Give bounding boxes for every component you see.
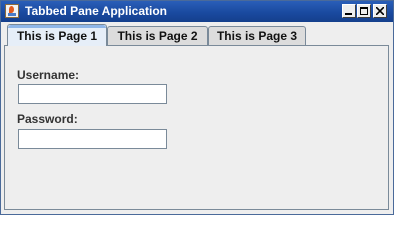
- tab-page-1-label: This is Page 1: [16, 29, 98, 43]
- tab-page-2-label: This is Page 2: [117, 29, 198, 43]
- tab-page-3-label: This is Page 3: [216, 29, 298, 43]
- maximize-icon: [360, 7, 368, 15]
- close-icon: [376, 7, 384, 15]
- password-label: Password:: [17, 112, 78, 126]
- password-input[interactable]: [18, 129, 167, 149]
- tab-page-1[interactable]: This is Page 1: [7, 24, 107, 46]
- minimize-button[interactable]: [342, 4, 356, 18]
- title-bar[interactable]: Tabbed Pane Application: [1, 1, 393, 22]
- java-app-icon: [5, 4, 19, 18]
- app-window: Tabbed Pane Application This is Page 1 T…: [0, 0, 394, 215]
- minimize-icon: [345, 13, 352, 15]
- tab-page-3[interactable]: This is Page 3: [208, 26, 306, 45]
- username-input[interactable]: [18, 84, 167, 104]
- username-label: Username:: [17, 68, 80, 82]
- tab-content-panel: Username: Password:: [4, 45, 389, 210]
- window-title: Tabbed Pane Application: [25, 4, 168, 18]
- close-button[interactable]: [373, 4, 387, 18]
- maximize-button[interactable]: [357, 4, 371, 18]
- tab-page-2[interactable]: This is Page 2: [107, 26, 208, 45]
